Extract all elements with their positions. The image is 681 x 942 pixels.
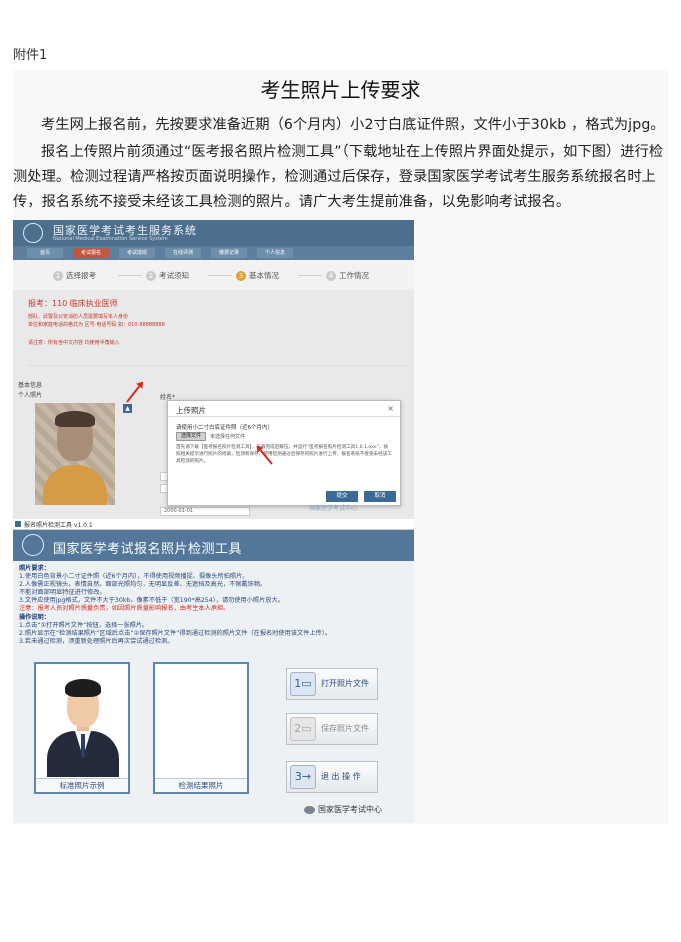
photo-label: 个人照片 — [18, 392, 43, 399]
nav-item-registration[interactable]: 考试报名 — [73, 248, 109, 258]
app-icon — [15, 521, 21, 527]
exit-button[interactable]: 3→ 退 出 操 作 — [286, 761, 378, 793]
paragraph-photo-spec: 考生网上报名前，先按要求准备近期（6个月内）小2寸白底证件照，文件小于30kb … — [41, 117, 665, 133]
exam-type: 报考：110 临床执业医师 — [28, 299, 118, 308]
save-photo-button[interactable]: 2▭ 保存照片文件 — [286, 713, 378, 745]
note-line: 部队、武警及公安消防人员需要填写本人身份 — [28, 314, 129, 320]
photo-check-tool-screenshot: 报名照片检测工具 v1.0.1 国家医学考试报名照片检测工具 照片要求： 1.使… — [13, 519, 414, 823]
paragraph-upload-instructions: 报名上传照片前须通过“医考报名照片检测工具”（下载地址在上传照片界面处提示，如下… — [13, 144, 664, 210]
open-folder-icon: 1▭ — [290, 672, 316, 696]
attachment-label: 附件1 — [13, 48, 48, 63]
tool-banner: 国家医学考试报名照片检测工具 — [13, 530, 414, 561]
dialog-instruction: 请使用小二寸白底证件照（近6个月内） — [176, 425, 274, 431]
instruction-line: 2.照片显示在“检测结果照片”区域后点击“②保存照片文件”得到通过检测的照片文件… — [19, 630, 331, 637]
progress-steps: 1 选择报考 2 考试须知 3 基本情况 4 工作情况 — [13, 260, 414, 290]
section-heading: 基本信息 — [18, 382, 43, 389]
requirement-line: 2.人像需正视镜头，表情自然。面部光照均匀，无明显反差、无遮挡及高光，不佩戴饰物… — [19, 581, 267, 588]
instruction-line: 3.若未通过检测，须重新处理照片后再次尝试通过检测。 — [19, 638, 174, 645]
open-photo-button[interactable]: 1▭ 打开照片文件 — [286, 668, 378, 700]
dialog-title: 上传照片 — [176, 406, 206, 415]
sample-portrait — [39, 667, 125, 777]
requirement-line: 3.文件应使用jpg格式，文件不大于30kb，像素不低于（宽190*高254），… — [19, 597, 284, 604]
file-status: 未选择任何文件 — [210, 434, 246, 440]
requirement-line: 1.使用白色背景小二寸证件照（近6个月内），不得使用视频播捉、摄像头所拍照片。 — [19, 573, 249, 580]
note-line: 请注意：所有含中文内容 均使用半角输入 — [28, 340, 120, 346]
nav-item-profile[interactable]: 个人信息 — [257, 248, 293, 258]
submit-button[interactable]: 提交 — [326, 491, 358, 502]
tool-title: 国家医学考试报名照片检测工具 — [53, 542, 243, 557]
system-nav: 首页 考试报名 考试成绩 在线评测 缴费记录 个人信息 — [13, 246, 414, 260]
result-photo-frame: 检测结果照片 — [153, 662, 249, 794]
dialog-description: 首先请下载【医考报名照片检测工具】，下载完成后解压，并运行“医考报名照片检测工具… — [176, 445, 392, 464]
requirements-heading: 照片要求： — [19, 565, 50, 572]
close-icon[interactable]: × — [387, 404, 394, 413]
step-connector — [118, 275, 142, 276]
instruction-line: 1.点击“①打开照片文件”按钮，选择一张照片。 — [19, 622, 149, 629]
exit-icon: 3→ — [290, 765, 316, 789]
birthdate-field[interactable]: 2000-01-01 — [160, 507, 250, 516]
step-2: 2 考试须知 — [146, 270, 189, 281]
nav-item-scores[interactable]: 考试成绩 — [119, 248, 155, 258]
step-3: 3 基本情况 — [236, 270, 279, 281]
step-connector — [208, 275, 232, 276]
upload-icon[interactable]: ▲ — [123, 404, 132, 413]
applicant-photo-blurred — [35, 403, 115, 505]
nav-item-home[interactable]: 首页 — [27, 248, 63, 258]
system-subtitle: National Medical Examination Service Sys… — [53, 236, 168, 242]
red-arrow-icon — [126, 382, 143, 403]
divider — [28, 365, 408, 366]
instructions-heading: 操作说明： — [19, 614, 50, 621]
sample-photo-caption: 标准照片示例 — [36, 778, 128, 792]
save-file-icon: 2▭ — [290, 717, 316, 741]
window-title: 报名照片检测工具 v1.0.1 — [24, 522, 93, 529]
upload-photo-dialog: 上传照片 × 请使用小二寸白底证件照（近6个月内） 选择文件 未选择任何文件 首… — [167, 400, 401, 506]
system-banner: 国家医学考试考生服务系统 National Medical Examinatio… — [13, 220, 414, 246]
step-connector — [298, 275, 322, 276]
emblem-icon — [23, 223, 43, 243]
page-title: 考生照片上传要求 — [260, 78, 421, 102]
footer-source: 国家医学考试中心 — [318, 805, 382, 814]
emblem-icon — [22, 534, 44, 556]
document-card: 考生照片上传要求 考生网上报名前，先按要求准备近期（6个月内）小2寸白底证件照，… — [13, 70, 668, 824]
result-photo-caption: 检测结果照片 — [155, 778, 247, 792]
step-1: 1 选择报考 — [53, 270, 96, 281]
warning-line: 注意：报考人员对照片质量负责，如因照片质量影响报名，由考生本人承担。 — [19, 605, 230, 612]
cancel-button[interactable]: 取消 — [364, 491, 396, 502]
watermark: 国家医学考试中心 — [309, 505, 358, 512]
choose-file-button[interactable]: 选择文件 — [176, 432, 206, 441]
nav-item-payments[interactable]: 缴费记录 — [211, 248, 247, 258]
requirement-line: 不能对面部明显特征进行修改。 — [19, 589, 106, 596]
step-4: 4 工作情况 — [326, 270, 369, 281]
wechat-icon — [304, 806, 315, 814]
window-titlebar: 报名照片检测工具 v1.0.1 — [13, 519, 414, 530]
registration-system-screenshot: 国家医学考试考生服务系统 National Medical Examinatio… — [13, 220, 414, 519]
note-line: 单位和家庭电话的格式为 区号-电话号码 如：010-88888888 — [28, 322, 165, 328]
sample-photo-frame: 标准照片示例 — [34, 662, 130, 794]
nav-item-assessment[interactable]: 在线评测 — [165, 248, 201, 258]
